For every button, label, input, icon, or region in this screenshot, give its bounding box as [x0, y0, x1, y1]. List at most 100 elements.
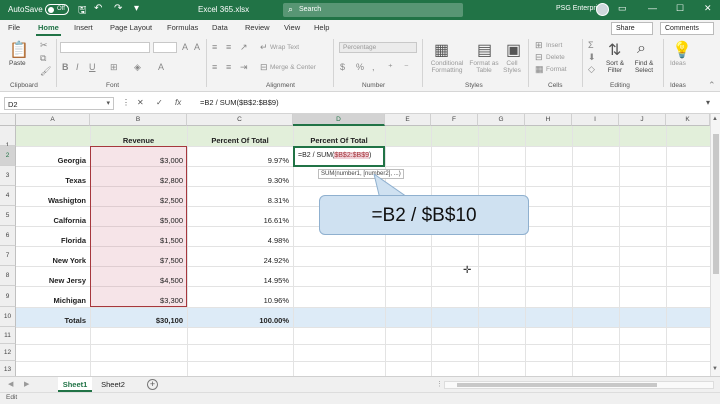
decrease-decimal-icon[interactable]: ⁻	[404, 62, 409, 73]
find-select-label[interactable]: Find & Select	[630, 60, 658, 74]
formula-input[interactable]: =B2 / SUM($B$2:$B$9)	[200, 98, 279, 107]
tab-sheet1[interactable]: Sheet1	[58, 377, 92, 392]
borders-icon[interactable]: ⊞	[110, 62, 118, 73]
clear-icon[interactable]: ◇	[588, 64, 595, 75]
menu-home[interactable]: Home	[36, 23, 61, 36]
menu-page-layout[interactable]: Page Layout	[110, 23, 152, 32]
column-header-e[interactable]: E	[385, 114, 431, 126]
column-header-k[interactable]: K	[666, 114, 710, 126]
copy-icon[interactable]: ⧉	[40, 53, 46, 64]
row-header-6[interactable]: 6	[0, 226, 16, 246]
ideas-icon[interactable]: 💡	[672, 40, 692, 60]
tab-split-icon[interactable]: ⋮	[436, 380, 443, 388]
revenue-cell[interactable]: $5,000	[90, 216, 183, 225]
vertical-scrollbar[interactable]: ▲ ▼	[710, 114, 720, 376]
prev-sheet-icon[interactable]: ◀	[8, 380, 13, 388]
bold-icon[interactable]: B	[62, 62, 69, 72]
column-header-j[interactable]: J	[619, 114, 666, 126]
orientation-icon[interactable]: ↗	[240, 42, 248, 53]
close-icon[interactable]: ✕	[704, 3, 712, 14]
state-cell[interactable]: Calfornia	[16, 216, 86, 225]
wrap-text-label[interactable]: Wrap Text	[270, 44, 299, 51]
row-header-7[interactable]: 7	[0, 246, 16, 266]
name-box[interactable]: D2 ▾	[4, 97, 114, 110]
undo-icon[interactable]: ↶	[94, 3, 102, 14]
decrease-font-icon[interactable]: A	[194, 42, 200, 52]
scroll-up-icon[interactable]: ▲	[712, 116, 718, 122]
format-as-table-label[interactable]: Format as Table	[467, 60, 501, 74]
format-painter-icon[interactable]: 🖌	[40, 66, 51, 77]
percent-cell[interactable]: 16.61%	[187, 216, 289, 225]
indent-icon[interactable]: ⇥	[240, 62, 248, 73]
save-icon[interactable]: 🖫	[78, 3, 87, 20]
percent-icon[interactable]: %	[356, 62, 364, 72]
revenue-cell[interactable]: $1,500	[90, 236, 183, 245]
menu-help[interactable]: Help	[314, 23, 329, 32]
paste-icon[interactable]: 📋	[9, 40, 29, 60]
revenue-cell[interactable]: $7,500	[90, 256, 183, 265]
share-button[interactable]: Share	[611, 22, 653, 35]
cell-styles-label[interactable]: Cell Styles	[500, 60, 524, 74]
revenue-cell[interactable]: $4,500	[90, 276, 183, 285]
search-box[interactable]: ⌕ Search	[283, 3, 463, 17]
state-cell[interactable]: Michigan	[16, 296, 86, 305]
column-header-d[interactable]: D	[293, 114, 385, 126]
percent-cell[interactable]: 10.96%	[187, 296, 289, 305]
italic-icon[interactable]: I	[76, 62, 79, 72]
cell-styles-icon[interactable]: ▣	[506, 40, 521, 60]
font-color-icon[interactable]: A	[158, 62, 164, 72]
insert-function-icon[interactable]: fx	[175, 98, 181, 107]
merge-icon[interactable]: ⊟	[260, 62, 268, 73]
ideas-label[interactable]: Ideas	[670, 60, 686, 67]
customize-toolbar-icon[interactable]: ▾	[134, 3, 139, 14]
revenue-cell[interactable]: $2,500	[90, 196, 183, 205]
format-cells-label[interactable]: Format	[546, 66, 567, 73]
redo-icon[interactable]: ↷	[114, 3, 122, 14]
revenue-cell[interactable]: $3,000	[90, 156, 183, 165]
ribbon-display-icon[interactable]: ▭	[618, 3, 627, 14]
maximize-icon[interactable]: ☐	[676, 3, 684, 14]
row-header-4[interactable]: 4	[0, 186, 16, 206]
menu-insert[interactable]: Insert	[74, 23, 93, 32]
number-format-select[interactable]: Percentage	[339, 42, 417, 53]
percent-cell[interactable]: 9.30%	[187, 176, 289, 185]
insert-cells-label[interactable]: Insert	[546, 42, 562, 49]
currency-icon[interactable]: $	[340, 62, 345, 72]
autosave-toggle[interactable]: Off	[45, 4, 69, 15]
percent-cell[interactable]: 9.97%	[187, 156, 289, 165]
hscroll-thumb[interactable]	[457, 383, 657, 387]
column-header-i[interactable]: I	[572, 114, 619, 126]
row-header-8[interactable]: 8	[0, 266, 16, 286]
percent-cell[interactable]: 4.98%	[187, 236, 289, 245]
conditional-formatting-label[interactable]: Conditional Formatting	[425, 60, 469, 74]
state-cell[interactable]: Georgia	[16, 156, 86, 165]
format-cells-icon[interactable]: ▦	[535, 64, 544, 75]
revenue-cell[interactable]: $2,800	[90, 176, 183, 185]
active-cell-d2[interactable]: =B2 / SUM($B$2:$B$9)	[293, 146, 385, 167]
cancel-icon[interactable]: ✕	[137, 98, 144, 107]
increase-decimal-icon[interactable]: ⁺	[388, 62, 393, 73]
percent-cell[interactable]: 24.92%	[187, 256, 289, 265]
fill-color-icon[interactable]: ◈	[134, 62, 141, 73]
row-header-10[interactable]: 10	[0, 307, 16, 327]
fill-icon[interactable]: ⬇	[588, 52, 596, 63]
sort-filter-label[interactable]: Sort & Filter	[602, 60, 628, 74]
state-cell[interactable]: New Jersy	[16, 276, 86, 285]
expand-formula-bar-icon[interactable]: ▾	[706, 98, 710, 107]
column-header-f[interactable]: F	[431, 114, 478, 126]
comments-button[interactable]: Comments	[660, 22, 714, 35]
spreadsheet-grid[interactable]: A B C D E F G H I J K 1 2 3 4 5 6 7 8 9 …	[0, 114, 710, 376]
select-all-corner[interactable]	[0, 114, 16, 126]
horizontal-scrollbar[interactable]	[444, 381, 714, 389]
row-header-5[interactable]: 5	[0, 206, 16, 226]
row-header-13[interactable]: 13	[0, 361, 16, 376]
add-sheet-button[interactable]: +	[147, 379, 158, 390]
totals-label[interactable]: Totals	[16, 316, 86, 325]
column-header-g[interactable]: G	[478, 114, 525, 126]
percent-cell[interactable]: 8.31%	[187, 196, 289, 205]
row-header-11[interactable]: 11	[0, 327, 16, 344]
menu-file[interactable]: File	[8, 23, 20, 32]
row-header-9[interactable]: 9	[0, 286, 16, 307]
delete-cells-icon[interactable]: ⊟	[535, 52, 543, 63]
state-cell[interactable]: Texas	[16, 176, 86, 185]
